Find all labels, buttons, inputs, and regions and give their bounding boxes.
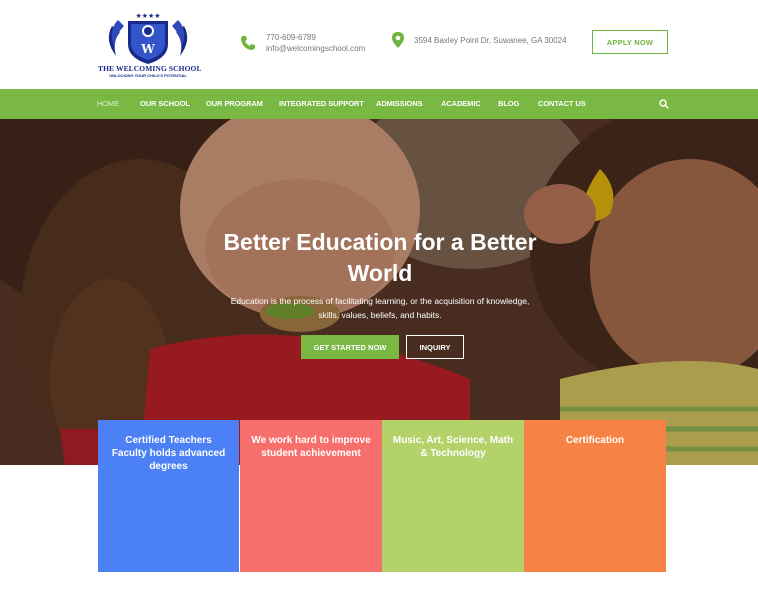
main-nav: HOME OUR SCHOOL OUR PROGRAM INTEGRATED S… [0,89,758,119]
hero-description: Education is the process of facilitating… [220,294,540,322]
nav-item-blog[interactable]: BLOG [498,89,519,119]
feature-text: Certification [565,435,625,446]
hero-title: Better Education for a Better World [200,227,560,289]
inquiry-button[interactable]: INQUIRY [406,335,464,359]
search-icon[interactable] [659,99,669,109]
feature-card-stem-arts[interactable]: Music, Art, Science, Math & Technology [382,420,524,572]
svg-text:★★★★: ★★★★ [135,12,160,20]
site-header: ★★★★ W THE WELCOMING SCHOOL UNLOCKING YO… [0,0,758,89]
phone-icon [241,36,255,50]
feature-card-teachers[interactable]: Certified Teachers Faculty holds advance… [98,420,239,572]
map-pin-icon [392,32,404,48]
shield-crest-logo-icon: ★★★★ W [108,12,188,64]
hero-overlay [0,119,758,465]
apply-now-button[interactable]: APPLY NOW [592,30,668,54]
hero-desc-line1: Education is the process of facilitating… [230,296,530,306]
hero-title-line1: Better Education for a Better [223,229,537,255]
logo-name: THE WELCOMING SCHOOL [98,64,202,73]
phone-number[interactable]: 770-609-6789 [266,32,365,43]
feature-card-certification[interactable]: Certification [524,420,666,572]
email-address[interactable]: info@welcomingschool.com [266,43,365,54]
feature-text: Music, Art, Science, Math & Technology [392,435,514,459]
feature-card-achievement[interactable]: We work hard to improve student achievem… [240,420,382,572]
svg-text:W: W [140,42,155,56]
nav-item-home[interactable]: HOME [97,89,119,119]
feature-text: We work hard to improve student achievem… [251,435,371,459]
feature-text: Certified Teachers Faculty holds advance… [111,435,226,472]
nav-item-academic[interactable]: ACADEMIC [441,89,481,119]
get-started-button[interactable]: GET STARTED NOW [301,335,399,359]
nav-item-our-program[interactable]: OUR PROGRAM [206,89,263,119]
hero-title-line2: World [347,260,413,286]
hero-desc-line2: skills, values, beliefs, and habits. [318,310,442,320]
nav-item-admissions[interactable]: ADMISSIONS [376,89,423,119]
hero-banner: Better Education for a Better World Educ… [0,119,758,465]
address-text: 3594 Baxley Point Dr, Suwanee, GA 30024 [414,36,567,45]
nav-item-integrated-support[interactable]: INTEGRATED SUPPORT [279,89,364,119]
nav-item-our-school[interactable]: OUR SCHOOL [140,89,190,119]
nav-item-contact-us[interactable]: CONTACT US [538,89,586,119]
logo-tagline: UNLOCKING YOUR CHILD'S POTENTIAL [109,73,187,78]
